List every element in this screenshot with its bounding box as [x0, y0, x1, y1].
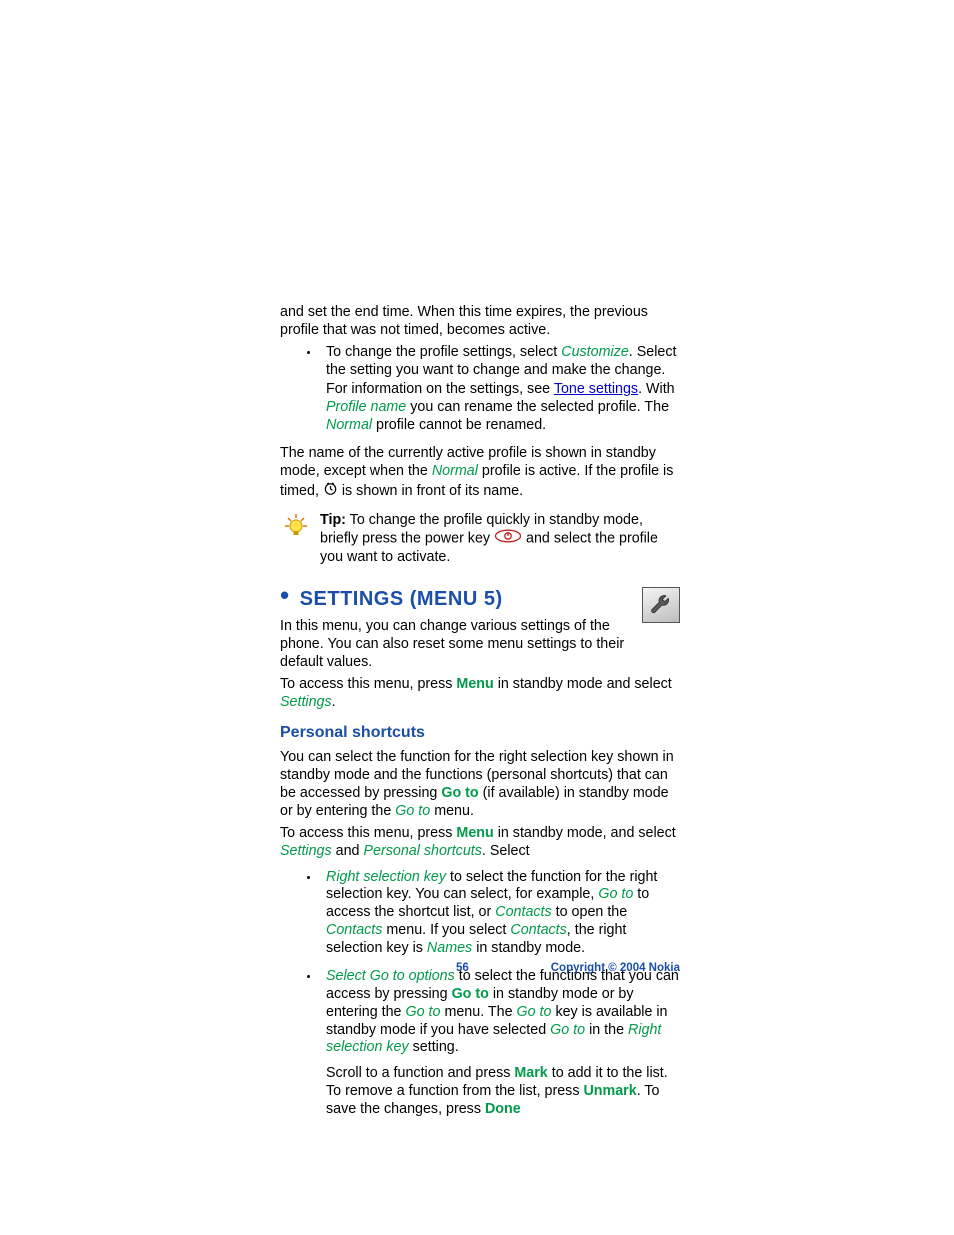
- sub-para: You can select the function for the righ…: [280, 749, 680, 820]
- section-head: • SETTINGS (MENU 5) In this menu, you ca…: [280, 587, 680, 672]
- standby-note: The name of the currently active profile…: [280, 445, 680, 502]
- link-tone-settings[interactable]: Tone settings: [554, 381, 638, 397]
- term-right-selection-key: Right selection key: [326, 869, 446, 885]
- key-menu: Menu: [456, 676, 493, 692]
- list-item: Right selection key to select the functi…: [320, 869, 680, 958]
- term-contacts: Contacts: [326, 922, 382, 938]
- term-settings: Settings: [280, 694, 332, 710]
- tip-block: Tip: To change the profile quickly in st…: [280, 512, 680, 568]
- term-goto: Go to: [550, 1022, 585, 1038]
- power-key-icon: [494, 529, 522, 549]
- key-goto: Go to: [441, 785, 478, 801]
- list-item-para: Scroll to a function and press Mark to a…: [326, 1065, 680, 1119]
- section-title: • SETTINGS (MENU 5): [280, 587, 680, 612]
- lightbulb-icon: [280, 512, 320, 568]
- subsection-title: Personal shortcuts: [280, 723, 680, 743]
- term-contacts: Contacts: [495, 904, 551, 920]
- sub-access: To access this menu, press Menu in stand…: [280, 825, 680, 861]
- term-settings: Settings: [280, 843, 332, 859]
- tip-text: Tip: To change the profile quickly in st…: [320, 512, 680, 568]
- term-profile-name: Profile name: [326, 399, 406, 415]
- section-intro: In this menu, you can change various set…: [280, 618, 625, 672]
- copyright: Copyright © 2004 Nokia: [551, 962, 680, 974]
- term-names: Names: [427, 940, 472, 956]
- prev-list-continuation: and set the end time. When this time exp…: [280, 304, 680, 340]
- section-access: To access this menu, press Menu in stand…: [280, 676, 680, 712]
- key-mark: Mark: [514, 1065, 547, 1081]
- document-page: and set the end time. When this time exp…: [0, 0, 954, 1235]
- page-content: and set the end time. When this time exp…: [280, 304, 680, 1129]
- key-menu: Menu: [456, 825, 493, 841]
- key-done: Done: [485, 1101, 521, 1117]
- term-goto: Go to: [406, 1004, 441, 1020]
- term-personal-shortcuts: Personal shortcuts: [363, 843, 481, 859]
- list-item: To change the profile settings, select C…: [320, 344, 680, 435]
- shortcut-options-list: Right selection key to select the functi…: [280, 869, 680, 1119]
- term-customize: Customize: [561, 344, 629, 360]
- term-goto: Go to: [598, 886, 633, 902]
- term-normal: Normal: [432, 463, 478, 479]
- term-goto: Go to: [395, 803, 430, 819]
- term-goto: Go to: [517, 1004, 552, 1020]
- term-select-goto-options: Select Go to options: [326, 968, 455, 984]
- clock-icon: [323, 481, 338, 502]
- term-contacts: Contacts: [510, 922, 566, 938]
- key-unmark: Unmark: [583, 1083, 636, 1099]
- list-item: Select Go to options to select the funct…: [320, 968, 680, 1119]
- page-number: 56: [456, 962, 469, 974]
- term-normal: Normal: [326, 417, 372, 433]
- wrench-icon: [642, 587, 680, 623]
- key-goto: Go to: [452, 986, 489, 1002]
- profile-list-tail: To change the profile settings, select C…: [280, 344, 680, 435]
